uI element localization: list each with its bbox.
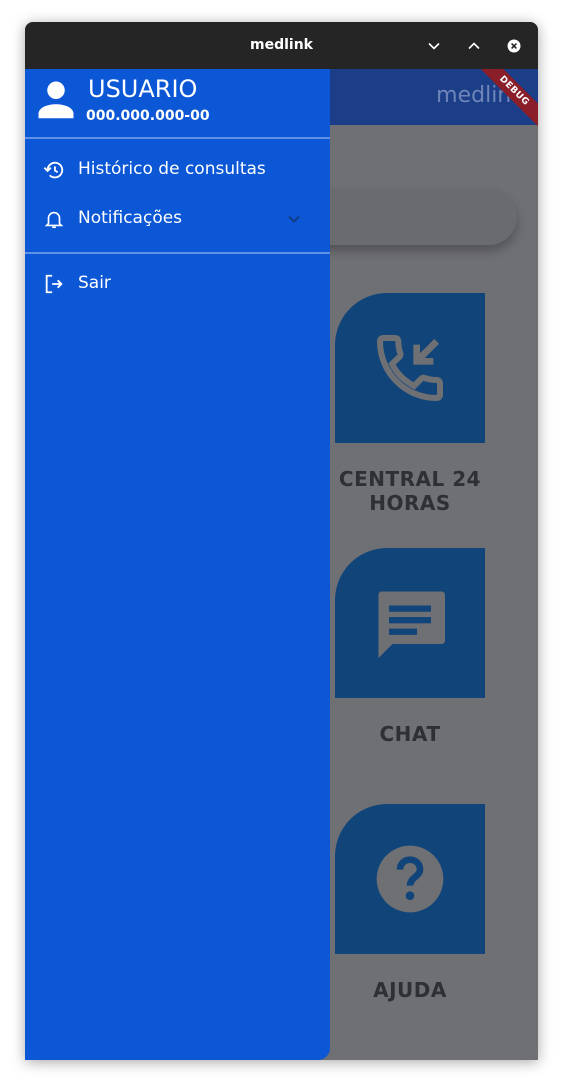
minimize-button[interactable]	[424, 36, 444, 56]
window-title: medlink	[250, 37, 313, 53]
menu-item-label: Sair	[78, 273, 111, 293]
menu-item-notificacoes[interactable]: Notificações	[25, 196, 330, 242]
drawer-divider	[25, 137, 330, 139]
maximize-button[interactable]	[464, 36, 484, 56]
navigation-drawer: USUARIO 000.000.000-00 Histórico de cons…	[25, 69, 330, 1060]
window-titlebar: medlink	[25, 22, 538, 69]
help-icon	[376, 845, 444, 913]
user-cpf: 000.000.000-00	[86, 108, 210, 124]
chat-label: CHAT	[379, 722, 441, 746]
history-icon	[43, 161, 64, 179]
menu-item-label: Notificações	[78, 208, 183, 228]
central-24-horas-tile[interactable]	[335, 293, 485, 443]
bell-icon	[44, 211, 64, 229]
chevron-down-icon[interactable]	[284, 209, 304, 229]
menu-item-historico[interactable]: Histórico de consultas	[25, 147, 330, 193]
menu-item-sair[interactable]: Sair	[25, 261, 330, 307]
menu-item-label: Histórico de consultas	[78, 159, 266, 179]
chat-tile[interactable]	[335, 548, 485, 698]
chevron-up-icon	[468, 42, 480, 50]
close-button[interactable]	[504, 36, 524, 56]
ajuda-tile[interactable]	[335, 804, 485, 954]
central-24-horas-label: CENTRAL 24 HORAS	[338, 467, 482, 515]
close-icon	[507, 39, 521, 53]
drawer-header: USUARIO 000.000.000-00	[25, 69, 330, 137]
app-window: medlink medlink DEBUG CENTRAL 24 HORAS C…	[25, 22, 538, 1060]
person-icon	[38, 81, 74, 119]
app-body: medlink DEBUG CENTRAL 24 HORAS CHAT AJUD…	[25, 69, 538, 1060]
ajuda-label: AJUDA	[373, 978, 447, 1002]
logout-icon	[45, 274, 63, 294]
phone-callback-icon	[376, 335, 443, 402]
user-name: USUARIO	[88, 75, 198, 103]
drawer-divider	[25, 252, 330, 254]
chevron-down-icon	[428, 42, 440, 50]
chat-icon	[378, 591, 445, 658]
